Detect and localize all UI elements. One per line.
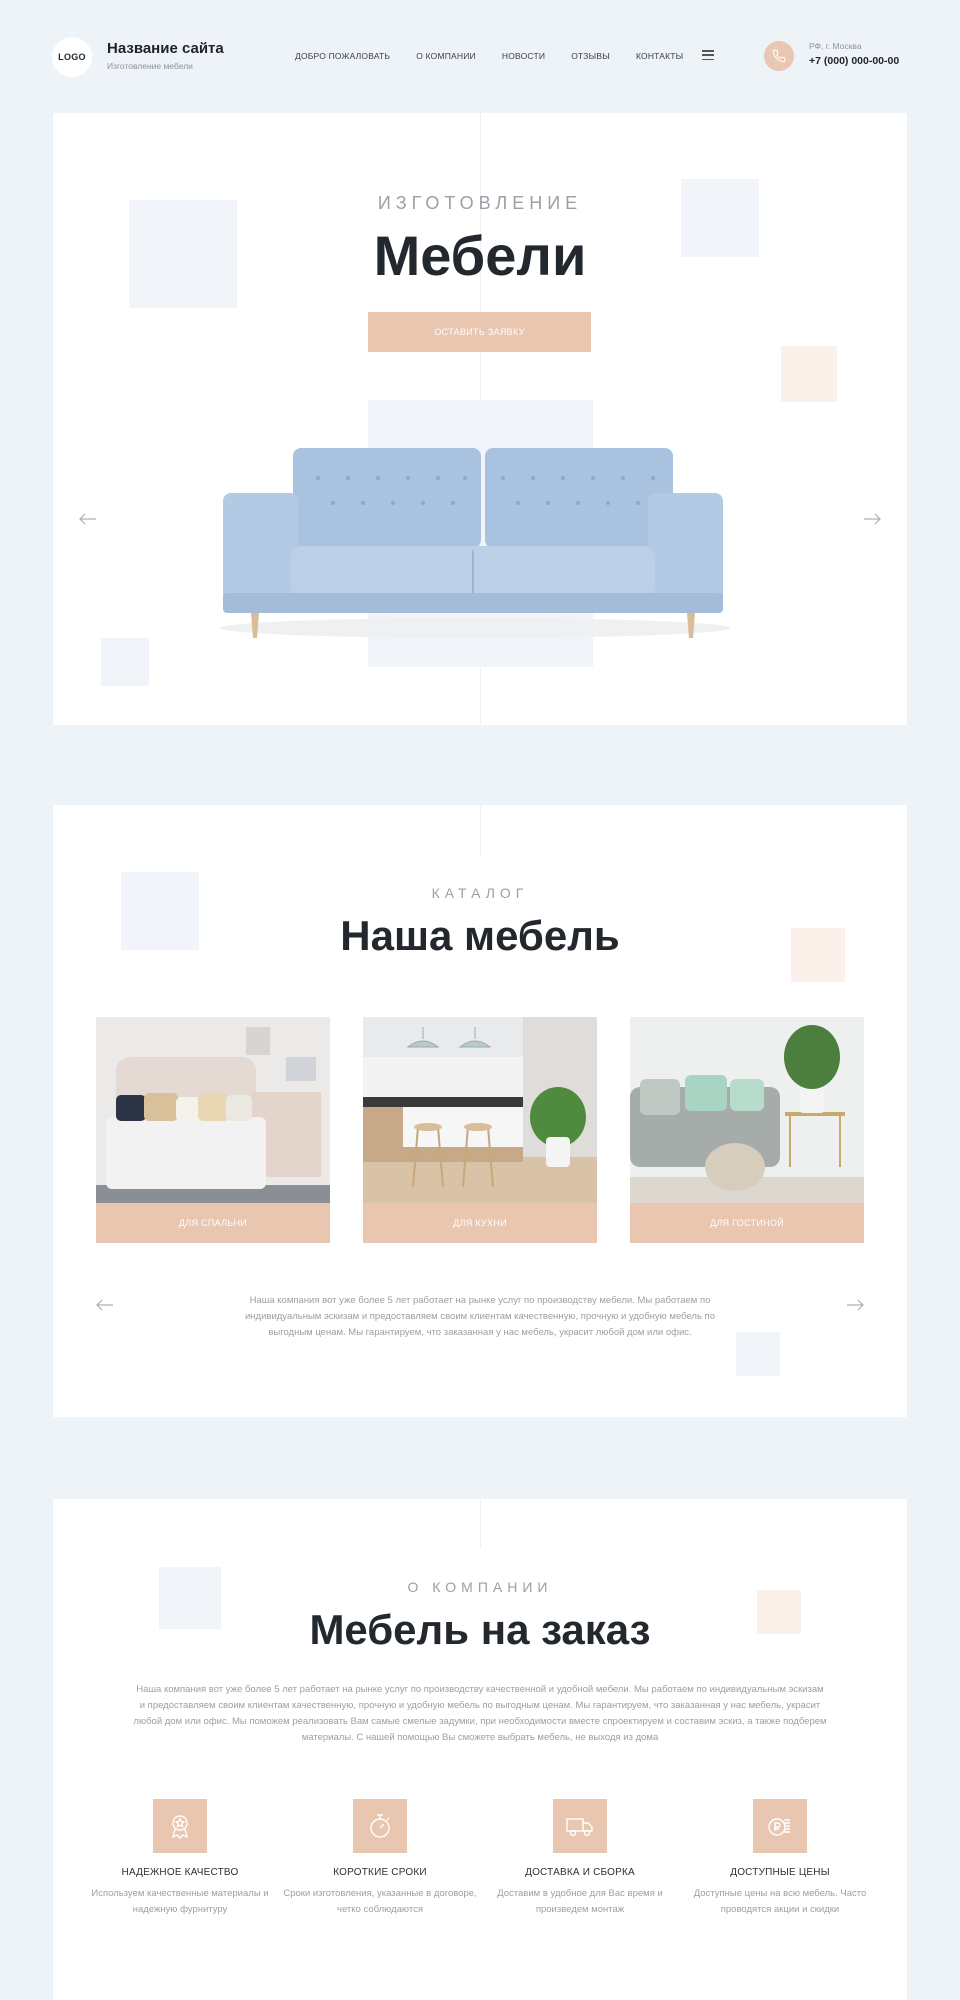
hero-kicker: ИЗГОТОВЛЕНИЕ bbox=[377, 193, 583, 213]
hero-title: Мебели bbox=[373, 224, 587, 287]
catalog-label-living[interactable]: ДЛЯ ГОСТИНОЙ bbox=[630, 1203, 864, 1243]
ruble-coins-icon bbox=[753, 1799, 807, 1853]
about-description: Наша компания вот уже более 5 лет работа… bbox=[133, 1684, 827, 1743]
feature-description: Доступные цены на всю мебель. Часто пров… bbox=[693, 1888, 867, 1915]
catalog-kicker: КАТАЛОГ bbox=[431, 885, 529, 901]
about-kicker: О КОМПАНИИ bbox=[407, 1579, 553, 1595]
kitchen-image bbox=[363, 1017, 597, 1203]
feature-title: ДОСТУПНЫЕ ЦЕНЫ bbox=[730, 1867, 830, 1878]
feature-title: НАДЕЖНОЕ КАЧЕСТВО bbox=[121, 1867, 239, 1878]
feature-delivery: ДОСТАВКА И СБОРКА Доставим в удобное для… bbox=[480, 1799, 680, 1918]
feature-speed: КОРОТКИЕ СРОКИ Сроки изготовления, указа… bbox=[280, 1799, 480, 1918]
request-button[interactable]: ОСТАВИТЬ ЗАЯВКУ bbox=[368, 312, 591, 352]
nav-item-welcome[interactable]: ДОБРО ПОЖАЛОВАТЬ bbox=[295, 51, 390, 61]
catalog-card-bedroom[interactable]: ДЛЯ СПАЛЬНИ bbox=[96, 1017, 330, 1243]
arrow-right-icon[interactable] bbox=[846, 1299, 864, 1311]
phone-icon[interactable] bbox=[764, 41, 794, 71]
site-subtitle: Изготовление мебели bbox=[107, 61, 193, 71]
hero-section: ИЗГОТОВЛЕНИЕ Мебели ОСТАВИТЬ ЗАЯВКУ bbox=[53, 113, 907, 725]
catalog-title: Наша мебель bbox=[340, 912, 620, 959]
feature-description: Используем качественные материалы и наде… bbox=[91, 1888, 269, 1915]
catalog-label-bedroom[interactable]: ДЛЯ СПАЛЬНИ bbox=[96, 1203, 330, 1243]
feature-description: Сроки изготовления, указанные в договоре… bbox=[283, 1888, 477, 1915]
feature-title: КОРОТКИЕ СРОКИ bbox=[333, 1867, 427, 1878]
catalog-card-living[interactable]: ДЛЯ ГОСТИНОЙ bbox=[630, 1017, 864, 1243]
sofa-image bbox=[220, 448, 730, 638]
award-medal-icon bbox=[153, 1799, 207, 1853]
decor-square bbox=[736, 1332, 780, 1376]
bedroom-image bbox=[96, 1017, 330, 1203]
catalog-label-kitchen[interactable]: ДЛЯ КУХНИ bbox=[363, 1203, 597, 1243]
arrow-right-icon[interactable] bbox=[863, 513, 881, 525]
decor-square bbox=[101, 638, 149, 686]
site-logo[interactable]: LOGO bbox=[52, 37, 92, 77]
catalog-card-kitchen[interactable]: ДЛЯ КУХНИ bbox=[363, 1017, 597, 1243]
living-room-image bbox=[630, 1017, 864, 1203]
about-section: О КОМПАНИИ Мебель на заказ Наша компания… bbox=[53, 1499, 907, 2000]
phone-number[interactable]: +7 (000) 000-00-00 bbox=[809, 55, 899, 67]
main-nav: ДОБРО ПОЖАЛОВАТЬ О КОМПАНИИ НОВОСТИ ОТЗЫ… bbox=[295, 51, 683, 61]
city-label: РФ, г. Москва bbox=[809, 41, 862, 51]
nav-item-about[interactable]: О КОМПАНИИ bbox=[416, 51, 476, 61]
site-title: Название сайта bbox=[107, 40, 224, 57]
arrow-left-icon[interactable] bbox=[79, 513, 97, 525]
divider-line bbox=[480, 1499, 481, 1549]
arrow-left-icon[interactable] bbox=[96, 1299, 114, 1311]
feature-description: Доставим в удобное для Вас время и произ… bbox=[497, 1888, 663, 1915]
catalog-description: Наша компания вот уже более 5 лет работа… bbox=[245, 1295, 715, 1338]
nav-item-news[interactable]: НОВОСТИ bbox=[502, 51, 545, 61]
menu-burger-icon[interactable] bbox=[702, 50, 714, 60]
feature-quality: НАДЕЖНОЕ КАЧЕСТВО Используем качественны… bbox=[80, 1799, 280, 1918]
nav-item-contacts[interactable]: КОНТАКТЫ bbox=[636, 51, 683, 61]
stopwatch-icon bbox=[353, 1799, 407, 1853]
about-title: Мебель на заказ bbox=[309, 1606, 651, 1653]
site-header: LOGO Название сайта Изготовление мебели … bbox=[0, 0, 960, 112]
decor-square bbox=[781, 346, 837, 402]
nav-item-reviews[interactable]: ОТЗЫВЫ bbox=[571, 51, 610, 61]
delivery-truck-icon bbox=[553, 1799, 607, 1853]
divider-line bbox=[480, 805, 481, 855]
feature-prices: ДОСТУПНЫЕ ЦЕНЫ Доступные цены на всю меб… bbox=[680, 1799, 880, 1918]
feature-title: ДОСТАВКА И СБОРКА bbox=[525, 1867, 635, 1878]
catalog-section: КАТАЛОГ Наша мебель ДЛЯ СПАЛЬНИ ДЛЯ КУХН… bbox=[53, 805, 907, 1417]
